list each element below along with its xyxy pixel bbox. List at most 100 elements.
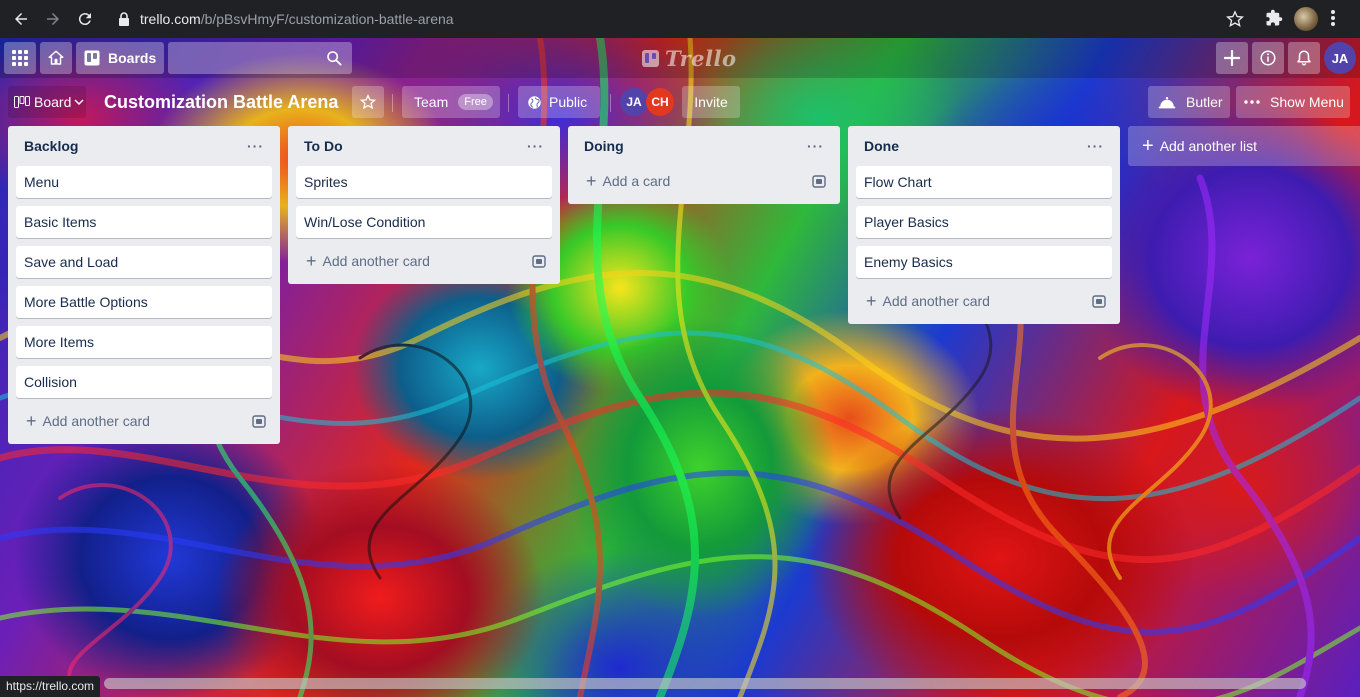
visibility-button[interactable]: Public	[518, 86, 600, 118]
card[interactable]: Win/Lose Condition	[296, 206, 552, 238]
list-header[interactable]: Done ···	[856, 126, 1112, 166]
plan-badge: Free	[458, 94, 493, 110]
trello-logo-text: Trello	[665, 46, 737, 71]
card-template-icon[interactable]	[812, 174, 826, 188]
create-button[interactable]	[1216, 42, 1248, 74]
arrow-right-icon	[47, 13, 59, 25]
list-doing: Doing ··· + Add a card	[568, 126, 840, 204]
header-divider	[610, 94, 611, 112]
grid-icon	[12, 50, 28, 66]
app-switcher-button[interactable]	[4, 42, 36, 74]
back-button[interactable]	[8, 6, 34, 32]
list-header[interactable]: To Do ···	[296, 126, 552, 166]
card[interactable]: Enemy Basics	[856, 246, 1112, 278]
card[interactable]: Basic Items	[16, 206, 272, 238]
url-host: trello.com	[140, 11, 201, 27]
plus-icon: +	[26, 411, 37, 431]
status-bar-url: https://trello.com	[0, 676, 101, 697]
plus-icon: +	[1142, 134, 1154, 157]
address-bar[interactable]: trello.com/b/pBsvHmyF/customization-batt…	[106, 4, 1256, 34]
header-divider	[392, 94, 393, 112]
card-template-icon[interactable]	[252, 414, 266, 428]
forward-button[interactable]	[40, 6, 66, 32]
browser-toolbar: trello.com/b/pBsvHmyF/customization-batt…	[0, 0, 1360, 38]
list-done: Done ··· Flow Chart Player Basics Enemy …	[848, 126, 1120, 324]
info-icon	[1260, 50, 1276, 66]
list-title[interactable]: To Do	[304, 138, 343, 154]
list-title[interactable]: Doing	[584, 138, 624, 154]
card[interactable]: Menu	[16, 166, 272, 198]
home-icon	[48, 50, 64, 65]
user-avatar[interactable]: JA	[1324, 42, 1356, 74]
add-card-label: Add another card	[322, 253, 430, 269]
team-button[interactable]: Team Free	[402, 86, 500, 118]
info-button[interactable]	[1252, 42, 1284, 74]
board-header: Board Customization Battle Arena Team Fr…	[0, 84, 1360, 120]
member-avatar[interactable]: JA	[620, 88, 648, 116]
search-icon	[326, 50, 342, 69]
list-backlog: Backlog ··· Menu Basic Items Save and Lo…	[8, 126, 280, 444]
card[interactable]: Sprites	[296, 166, 552, 198]
bookmark-star-icon[interactable]	[1226, 10, 1244, 31]
extensions-puzzle-icon[interactable]	[1265, 9, 1283, 30]
show-menu-label: Show Menu	[1270, 94, 1344, 110]
invite-button[interactable]: Invite	[682, 86, 740, 118]
browser-profile-avatar[interactable]	[1294, 7, 1318, 31]
list-title[interactable]: Backlog	[24, 138, 78, 154]
arrow-left-icon	[15, 13, 27, 25]
list-menu-icon[interactable]: ···	[1087, 139, 1104, 153]
add-card-button[interactable]: + Add another card	[856, 286, 1112, 316]
butler-label: Butler	[1186, 94, 1223, 110]
notifications-button[interactable]	[1288, 42, 1320, 74]
card[interactable]: Player Basics	[856, 206, 1112, 238]
board-view-switcher[interactable]: Board	[8, 86, 86, 118]
card[interactable]: Save and Load	[16, 246, 272, 278]
card[interactable]: Flow Chart	[856, 166, 1112, 198]
add-card-button[interactable]: + Add another card	[16, 406, 272, 436]
star-icon	[360, 94, 376, 110]
trello-header: Boards Trello JA	[0, 38, 1360, 78]
search-input[interactable]	[168, 42, 352, 74]
globe-icon	[528, 95, 541, 109]
list-title[interactable]: Done	[864, 138, 899, 154]
header-divider	[508, 94, 509, 112]
card-template-icon[interactable]	[532, 254, 546, 268]
add-card-label: Add another card	[42, 413, 150, 429]
add-list-button[interactable]: + Add another list	[1128, 126, 1360, 166]
star-board-button[interactable]	[352, 86, 384, 118]
plus-icon: +	[866, 291, 877, 311]
card[interactable]: Collision	[16, 366, 272, 398]
member-avatar[interactable]: CH	[646, 88, 674, 116]
horizontal-scrollbar[interactable]	[104, 678, 1306, 689]
boards-button[interactable]: Boards	[76, 42, 164, 74]
browser-menu-icon[interactable]	[1330, 9, 1336, 30]
board-title[interactable]: Customization Battle Arena	[98, 86, 344, 118]
card[interactable]: More Battle Options	[16, 286, 272, 318]
bell-icon	[1297, 50, 1311, 66]
plus-icon: +	[586, 171, 597, 191]
board-view-label: Board	[34, 94, 72, 110]
show-menu-button[interactable]: Show Menu	[1236, 86, 1350, 118]
reload-button[interactable]	[72, 6, 98, 32]
list-header[interactable]: Backlog ···	[16, 126, 272, 166]
card-template-icon[interactable]	[1092, 294, 1106, 308]
add-card-button[interactable]: + Add a card	[576, 166, 832, 196]
chevron-down-icon	[74, 99, 84, 106]
lock-icon	[118, 12, 130, 26]
reload-icon	[78, 13, 91, 26]
butler-button[interactable]: Butler	[1148, 86, 1230, 118]
list-menu-icon[interactable]: ···	[247, 139, 264, 153]
team-label: Team	[414, 94, 449, 110]
boards-button-label: Boards	[108, 50, 157, 66]
home-button[interactable]	[40, 42, 72, 74]
list-to-do: To Do ··· Sprites Win/Lose Condition + Ad…	[288, 126, 560, 284]
list-header[interactable]: Doing ···	[576, 126, 832, 166]
member-avatar-initials: CH	[651, 95, 669, 109]
add-list-label: Add another list	[1159, 138, 1257, 154]
list-menu-icon[interactable]: ···	[527, 139, 544, 153]
list-menu-icon[interactable]: ···	[807, 139, 824, 153]
trello-logo[interactable]: Trello	[642, 46, 737, 71]
card[interactable]: More Items	[16, 326, 272, 358]
add-card-button[interactable]: + Add another card	[296, 246, 552, 276]
butler-bell-icon	[1158, 97, 1176, 109]
